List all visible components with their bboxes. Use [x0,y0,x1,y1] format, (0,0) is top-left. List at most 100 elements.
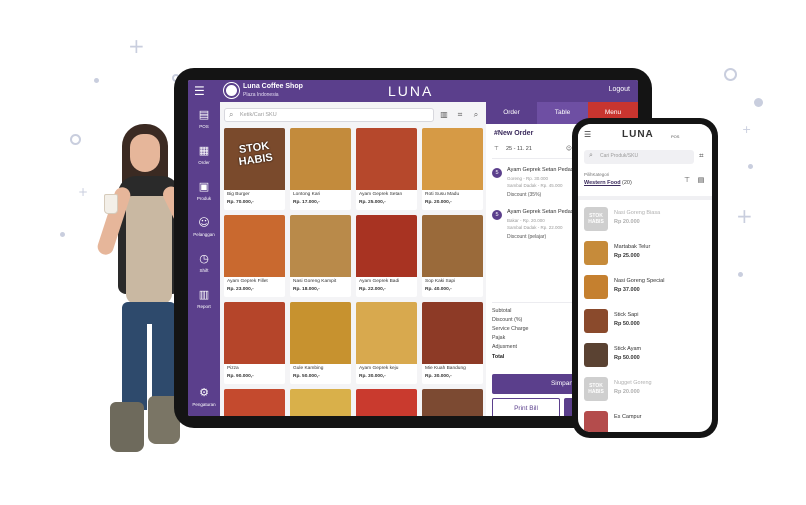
circle-decoration [70,134,81,145]
product-name: Nasi Goreng Kampit [293,279,337,284]
tab-order[interactable]: Order [486,102,537,124]
list-item[interactable]: Martabak Telur Rp 25.000 [578,238,712,272]
category-select[interactable]: Western Food [584,180,621,186]
dot-decoration [754,98,763,107]
gear-icon: ⚙ [199,386,209,399]
product-name: Mie Kuah Bandung [425,366,466,371]
print-icon[interactable]: ⊤ [682,176,692,186]
product-card[interactable]: Ayam Geprek keju Rp. 30.000,- [356,302,417,384]
phone-device: ☰ LUNA POS ⌕ Cari Produk/SKU ⌗ PilihKate… [572,118,718,438]
item-image [584,411,608,432]
sidebar-item-pos[interactable]: ▤ POS [188,106,220,140]
list-item[interactable]: Es Campur [578,408,712,432]
item-name: Martabak Telur [614,244,651,250]
item-name: Nasi Goreng Special [614,278,665,284]
list-item[interactable]: Stick Sapi Rp 50.000 [578,306,712,340]
top-bar: ☰ Luna Coffee Shop Plaza Indonesia LUNA … [188,80,638,102]
sidebar-item-label: POS [199,124,209,129]
product-name: Big Burger [227,192,250,197]
item-variant: Goreng - Rp. 30.000 [507,176,549,181]
item-image [584,241,608,265]
receipt-icon[interactable]: ▤ [696,176,706,186]
product-price: Rp. 30.000,- [359,374,386,379]
scan-icon[interactable]: ⌗ [699,151,704,161]
sidebar-item-label: Pengaturan [192,402,216,407]
product-name: Ayam Geprek Badi [359,279,400,284]
product-card[interactable] [356,389,417,416]
product-card[interactable]: STOK HABIS Big Burger Rp. 70.000,- [224,128,285,210]
product-price: Rp. 90.000,- [227,374,254,379]
product-card[interactable] [224,389,285,416]
order-icon: ▦ [198,144,210,157]
phone-header: ☰ LUNA POS [578,124,712,146]
sidebar-item-shift[interactable]: ◷ Shift [188,250,220,284]
product-price: Rp. 18.000,- [293,287,320,292]
product-card[interactable]: Roti Susu Madu Rp. 20.000,- [422,128,483,210]
product-card[interactable] [290,389,351,416]
product-card[interactable]: Lontong Kari Rp. 17.000,- [290,128,351,210]
phone-screen: ☰ LUNA POS ⌕ Cari Produk/SKU ⌗ PilihKate… [578,124,712,432]
list-item[interactable]: Nasi Goreng Special Rp 37.000 [578,272,712,306]
item-quantity: 5 [492,210,502,220]
sidebar-nav: ▤ POS ▦ Order ▣ Produk ☺ Pelanggan ◷ Shi… [188,102,220,416]
product-card[interactable]: Ayam Geprek Badi Rp. 22.000,- [356,215,417,297]
order-title: #New Order [494,130,534,137]
summary-label: Service Charge [492,326,529,332]
product-price: Rp. 17.000,- [293,200,320,205]
product-name: Ayam Geprek keju [359,366,399,371]
shift-icon: ◷ [199,252,209,265]
product-card[interactable]: Mie Kuah Bandung Rp. 30.000,- [422,302,483,384]
customer-icon: ☺ [198,216,210,229]
product-name: Pizza [227,366,239,371]
search-placeholder: Cari Produk/SKU [600,153,639,159]
product-card[interactable]: Ayam Geprek Fillet Rp. 23.000,- [224,215,285,297]
search-input[interactable]: ⌕ Ketik/Cari SKU [224,108,434,122]
sidebar-item-label: Shift [199,268,209,273]
print-bill-button[interactable]: Print Bill [492,398,560,416]
sidebar-item-report[interactable]: ▥ Report [188,286,220,320]
logout-button[interactable]: Logout [609,86,630,93]
product-card[interactable]: Ayam Geprek Setan Rp. 25.000,- [356,128,417,210]
menu-icon[interactable]: ☰ [584,130,591,139]
customer-icon: ☺ [566,146,572,152]
item-discount: Discount (35%) [507,192,542,198]
sidebar-item-label: Order [198,160,210,165]
brand-logo: LUNA [622,129,654,140]
product-image [356,215,417,277]
product-image [422,215,483,277]
circle-decoration [724,68,737,81]
list-item[interactable]: STOK HABIS Nugget Goreng Rp 20.000 [578,374,712,408]
search-icon: ⌕ [589,151,593,159]
search-icon: ⌕ [229,110,234,119]
product-image [422,389,483,416]
list-item[interactable]: Stick Ayam Rp 50.000 [578,340,712,374]
list-item[interactable]: STOK HABIS Nasi Goreng Biasa Rp 20.000 [578,204,712,238]
tablet-screen: ☰ Luna Coffee Shop Plaza Indonesia LUNA … [188,80,638,416]
search-input[interactable]: ⌕ Cari Produk/SKU [584,150,694,164]
product-card[interactable]: Nasi Goreng Kampit Rp. 18.000,- [290,215,351,297]
product-card[interactable]: Sop Kaki Sapi Rp. 40.000,- [422,215,483,297]
barcode-icon[interactable]: ▥ [438,108,450,122]
product-card[interactable] [422,389,483,416]
product-image [356,389,417,416]
sidebar-item-pelanggan[interactable]: ☺ Pelanggan [188,214,220,248]
pos-icon: ▤ [198,108,210,121]
search-icon[interactable]: ⌕ [470,108,482,122]
product-price: Rp. 23.000,- [227,287,254,292]
brand-logo: LUNA [388,83,434,99]
product-card[interactable]: Gule Kambing Rp. 50.000,- [290,302,351,384]
item-price: Rp 37.000 [614,287,640,293]
plus-decoration: + [736,204,753,228]
scan-icon[interactable]: ⌗ [454,108,466,122]
product-price: Rp. 20.000,- [425,200,452,205]
product-price: Rp. 30.000,- [425,374,452,379]
item-name: Stick Ayam [614,346,642,352]
sidebar-item-produk[interactable]: ▣ Produk [188,178,220,212]
sidebar-item-order[interactable]: ▦ Order [188,142,220,176]
sidebar-item-pengaturan[interactable]: ⚙ Pengaturan [188,384,220,416]
product-image [356,128,417,190]
order-date: 25 - 11. 21 [506,146,532,152]
menu-icon[interactable]: ☰ [194,85,206,97]
sidebar-item-label: Report [197,304,211,309]
product-card[interactable]: Pizza Rp. 90.000,- [224,302,285,384]
